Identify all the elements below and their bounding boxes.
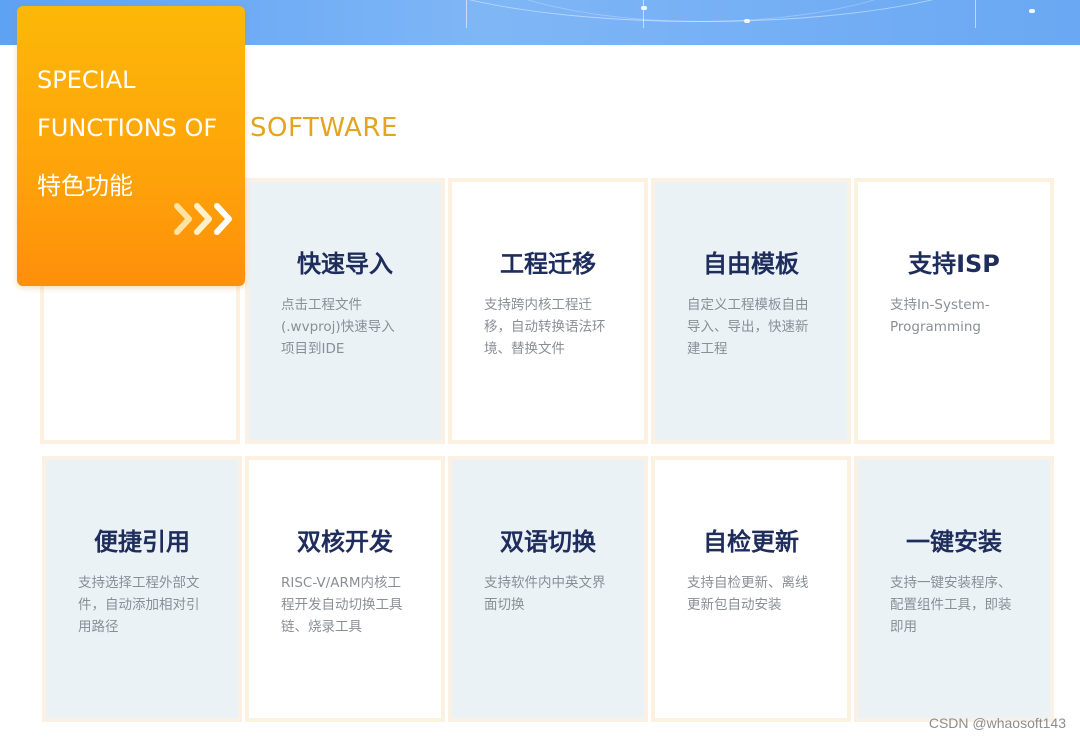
feature-card-isp[interactable]: 支持ISP 支持In-System-Programming xyxy=(854,178,1054,444)
csdn-watermark: CSDN @whaosoft143 xyxy=(928,715,1066,731)
feature-card-self-update[interactable]: 自检更新 支持自检更新、离线更新包自动安装 xyxy=(651,456,851,722)
feature-title: 快速导入 xyxy=(297,250,393,278)
feature-desc: 点击工程文件(.wvproj)快速导入项目到IDE xyxy=(281,297,395,357)
callout-line-feature-cn: 特色功能 xyxy=(37,172,133,200)
section-heading-software: SOFTWARE xyxy=(250,113,398,143)
chevrons-right-icon xyxy=(174,203,232,235)
banner-dot xyxy=(641,6,647,10)
feature-desc: 支持In-System-Programming xyxy=(890,297,990,335)
feature-card-project-migration[interactable]: 工程迁移 支持跨内核工程迁移，自动转换语法环境、替换文件 xyxy=(448,178,648,444)
banner-line xyxy=(643,0,644,28)
special-functions-callout: SPECIAL FUNCTIONS OF 特色功能 xyxy=(17,6,245,286)
feature-card-quick-import[interactable]: 快速导入 点击工程文件(.wvproj)快速导入项目到IDE xyxy=(245,178,445,444)
feature-desc: 支持软件内中英文界面切换 xyxy=(484,575,606,613)
banner-dot xyxy=(1029,9,1035,13)
feature-card-free-template[interactable]: 自由模板 自定义工程模板自由导入、导出，快速新建工程 xyxy=(651,178,851,444)
callout-line-special: SPECIAL xyxy=(37,66,136,94)
feature-title: 自由模板 xyxy=(703,250,799,278)
feature-title: 双核开发 xyxy=(297,528,393,556)
feature-desc: 支持跨内核工程迁移，自动转换语法环境、替换文件 xyxy=(484,297,606,357)
feature-title: 双语切换 xyxy=(500,528,596,556)
feature-card-dual-core[interactable]: 双核开发 RISC-V/ARM内核工程开发自动切换工具链、烧录工具 xyxy=(245,456,445,722)
feature-title: 工程迁移 xyxy=(500,250,596,278)
callout-line-functions-of: FUNCTIONS OF xyxy=(37,114,218,142)
feature-desc: RISC-V/ARM内核工程开发自动切换工具链、烧录工具 xyxy=(281,575,403,635)
feature-desc: 自定义工程模板自由导入、导出，快速新建工程 xyxy=(687,297,809,357)
feature-title: 自检更新 xyxy=(703,528,799,556)
banner-line xyxy=(975,0,976,28)
banner-dot xyxy=(744,19,750,23)
feature-title: 一键安装 xyxy=(906,528,1002,556)
banner-line xyxy=(466,0,467,28)
feature-desc: 支持自检更新、离线更新包自动安装 xyxy=(687,575,809,613)
feature-title: 便捷引用 xyxy=(94,528,190,556)
feature-card-bilingual[interactable]: 双语切换 支持软件内中英文界面切换 xyxy=(448,456,648,722)
feature-title: 支持ISP xyxy=(908,250,1000,278)
feature-desc: 支持一键安装程序、配置组件工具，即装即用 xyxy=(890,575,1012,635)
feature-card-one-click-install[interactable]: 一键安装 支持一键安装程序、配置组件工具，即装即用 xyxy=(854,456,1054,722)
feature-card-easy-reference[interactable]: 便捷引用 支持选择工程外部文件，自动添加相对引用路径 xyxy=(42,456,242,722)
feature-desc: 支持选择工程外部文件，自动添加相对引用路径 xyxy=(78,575,200,635)
